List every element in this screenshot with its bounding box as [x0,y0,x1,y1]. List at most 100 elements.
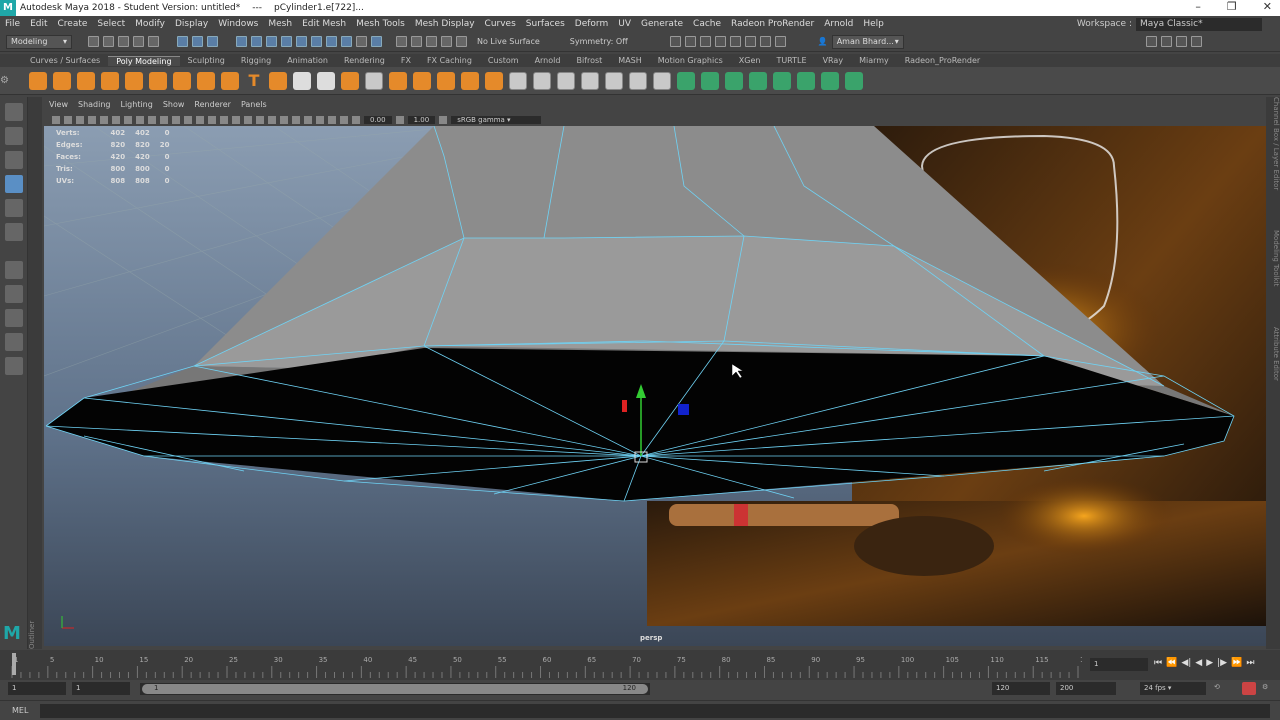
magnet-icon[interactable] [456,36,467,47]
outliner-layout-icon[interactable] [5,357,23,375]
scene-canvas[interactable] [44,126,1266,646]
shelf-tab-turtle[interactable]: TURTLE [768,56,814,65]
bridge-icon[interactable] [461,71,479,90]
snap-grid-icon[interactable] [236,36,247,47]
tool-settings-icon[interactable] [1175,36,1187,47]
panel-menu-show[interactable]: Show [158,100,190,113]
last-tool-icon[interactable] [5,261,23,279]
save-scene-icon[interactable] [118,36,129,47]
snap-live-icon[interactable] [311,36,322,47]
loop-icon[interactable]: ⟲ [1214,683,1220,691]
boolean-icon[interactable] [389,71,407,90]
smooth-shade-icon[interactable] [196,115,204,124]
menu-help[interactable]: Help [858,19,889,29]
animation-end-field[interactable]: 200 [1056,682,1116,695]
poly-sphere-icon[interactable] [29,71,47,90]
menu-file[interactable]: File [0,19,25,29]
undo-icon[interactable] [133,36,144,47]
shelf-settings-icon[interactable]: ⚙ [0,75,9,86]
go-to-start-icon[interactable]: ⏮ [1154,658,1162,668]
shelf-tab-mash[interactable]: MASH [610,56,649,65]
panel-menu-view[interactable]: View [44,100,73,113]
menu-set-select[interactable]: Modeling ▾ [6,34,72,49]
time-ruler[interactable]: 1 5 10 15 20 25 30 35 40 45 50 55 60 65 70 75 80 85 90 95 10… [8,650,1082,680]
wireframe-on-shaded-icon[interactable] [220,115,228,124]
lasso-tool-icon[interactable] [5,127,23,145]
super-shape-icon[interactable] [221,71,239,90]
shelf-tab-sculpting[interactable]: Sculpting [180,56,233,65]
poly-torus-icon[interactable] [125,71,143,90]
gamma-icon[interactable] [395,115,404,124]
command-language-label[interactable]: MEL [12,706,42,715]
output-ops-icon[interactable] [426,36,437,47]
poly-cube-icon[interactable] [53,71,71,90]
xray-joints-icon[interactable] [340,115,348,124]
shelf-tab-rigging[interactable]: Rigging [233,56,279,65]
shelf-tab-poly-modeling[interactable]: Poly Modeling [108,55,180,66]
menu-windows[interactable]: Windows [213,19,263,29]
poly-cone-icon[interactable] [101,71,119,90]
command-input[interactable] [40,704,1270,718]
menu-create[interactable]: Create [53,19,93,29]
rotate-tool-icon[interactable] [5,199,23,217]
close-icon[interactable]: ✕ [1263,0,1272,13]
append-polygon-icon[interactable] [509,71,527,90]
menu-uv[interactable]: UV [613,19,636,29]
render-frame-icon[interactable] [684,36,696,47]
light-editor-icon[interactable] [759,36,771,47]
symmetry-label[interactable]: Symmetry: Off [570,37,628,46]
cut-uv-icon[interactable] [821,71,839,90]
shelf-tab-vray[interactable]: VRay [815,56,852,65]
use-lights-icon[interactable] [244,115,252,124]
render-settings-icon[interactable] [714,36,726,47]
anim-prefs-icon[interactable]: ⚙ [1262,683,1268,691]
auto-key-icon[interactable] [1242,682,1256,695]
extrude-icon[interactable] [485,71,503,90]
menu-edit[interactable]: Edit [25,19,52,29]
insert-edge-loop-icon[interactable] [605,71,623,90]
gate-mask-icon[interactable] [136,115,144,124]
menu-modify[interactable]: Modify [130,19,170,29]
isolate-select-icon[interactable] [316,115,324,124]
depth-of-field-icon[interactable] [304,115,312,124]
range-slider[interactable]: 1 120 [140,683,650,695]
camera-select-icon[interactable] [52,115,60,124]
snap-view-plane-icon[interactable] [281,36,292,47]
step-back-key-icon[interactable]: ⏪ [1166,658,1177,668]
snap-projected-icon[interactable] [326,36,337,47]
menu-deform[interactable]: Deform [570,19,613,29]
menu-mesh-tools[interactable]: Mesh Tools [351,19,410,29]
poly-cylinder-icon[interactable] [77,71,95,90]
shadows-icon[interactable] [256,115,264,124]
svg-icon[interactable] [269,71,287,90]
z-axis-handle[interactable] [678,404,689,415]
scale-tool-icon[interactable] [5,223,23,241]
shelf-tab-fx-caching[interactable]: FX Caching [419,56,480,65]
move-tool-icon[interactable] [5,175,23,193]
field-chart-icon[interactable] [148,115,156,124]
fps-select[interactable]: 24 fps ▾ [1140,682,1206,695]
range-slider-handle[interactable]: 1 120 [142,684,648,694]
poly-plane-icon[interactable] [149,71,167,90]
maximize-icon[interactable]: ❐ [1227,0,1237,13]
live-surface-label[interactable]: No Live Surface [477,37,540,46]
panel-menu-shading[interactable]: Shading [73,100,116,113]
select-hierarchy-icon[interactable] [177,36,188,47]
paint-select-tool-icon[interactable] [5,151,23,169]
tab-modeling-toolkit[interactable]: Modeling Toolkit [1266,230,1280,286]
mirror-icon[interactable] [413,71,431,90]
menu-select[interactable]: Select [92,19,130,29]
perspective-viewport[interactable]: Verts: 402 402 0 Edges: 820 820 20 Faces: 420 42… [44,126,1266,646]
tab-attribute-editor[interactable]: Attribute Editor [1266,327,1280,381]
shelf-tab-radeon-prorender[interactable]: Radeon_ProRender [897,56,988,65]
cylindrical-map-icon[interactable] [725,71,743,90]
lock-icon[interactable] [356,36,367,47]
select-component-icon[interactable] [207,36,218,47]
snap-curve-icon[interactable] [251,36,262,47]
shelf-tab-xgen[interactable]: XGen [731,56,769,65]
extract-icon[interactable] [437,71,455,90]
uv-editor-icon[interactable] [677,71,695,90]
shelf-tab-miarmy[interactable]: Miarmy [851,56,897,65]
menu-display[interactable]: Display [170,19,213,29]
offset-edge-loop-icon[interactable] [629,71,647,90]
